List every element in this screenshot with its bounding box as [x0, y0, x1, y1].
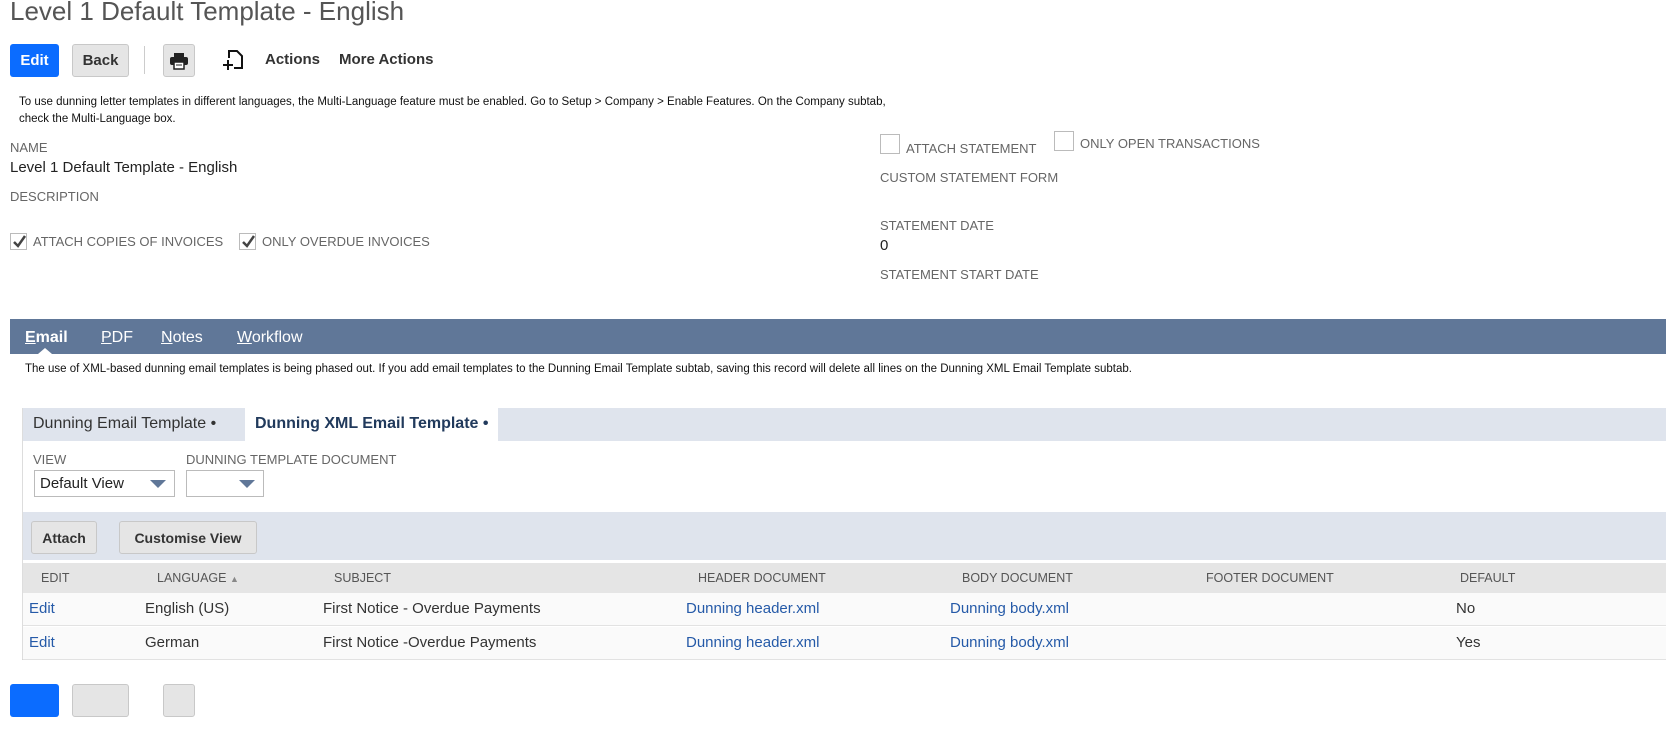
- customise-view-button[interactable]: Customise View: [119, 521, 257, 554]
- table-header: EDIT LANGUAGE ▲ SUBJECT HEADER DOCUMENT …: [23, 563, 1666, 593]
- actions-menu[interactable]: Actions: [265, 51, 320, 68]
- main-tabs: Email PDF Notes Workflow: [10, 319, 1666, 354]
- body-document-link[interactable]: Dunning body.xml: [950, 600, 1069, 617]
- name-label: NAME: [10, 140, 48, 155]
- sort-asc-icon: ▲: [229, 574, 239, 584]
- col-footer-document[interactable]: FOOTER DOCUMENT: [1206, 571, 1334, 585]
- template-document-select[interactable]: [186, 470, 264, 497]
- cell-language: English (US): [145, 600, 230, 617]
- attach-button[interactable]: Attach: [31, 521, 97, 554]
- custom-statement-form-label: CUSTOM STATEMENT FORM: [880, 170, 1059, 185]
- back-button[interactable]: Back: [72, 44, 129, 77]
- col-edit[interactable]: EDIT: [41, 571, 69, 585]
- page-title: Level 1 Default Template - English: [10, 0, 405, 26]
- email-subtab-panel: Dunning Email Template • Dunning XML Ema…: [22, 408, 1666, 660]
- view-select[interactable]: Default View: [34, 470, 175, 497]
- only-open-label: ONLY OPEN TRANSACTIONS: [1080, 136, 1260, 151]
- cell-default: No: [1456, 600, 1476, 617]
- list-button-bar: Attach Customise View: [23, 512, 1666, 560]
- tab-email[interactable]: Email: [25, 329, 68, 347]
- col-language[interactable]: LANGUAGE ▲: [157, 571, 239, 585]
- header-document-link[interactable]: Dunning header.xml: [686, 600, 819, 617]
- description-label: DESCRIPTION: [10, 189, 99, 204]
- attach-statement-checkbox[interactable]: ATTACH STATEMENT: [880, 134, 1037, 156]
- col-header-document[interactable]: HEADER DOCUMENT: [698, 571, 826, 585]
- cell-default: Yes: [1456, 634, 1481, 651]
- body-document-link[interactable]: Dunning body.xml: [950, 634, 1069, 651]
- cell-subject: First Notice -Overdue Payments: [323, 634, 537, 651]
- only-overdue-checkbox[interactable]: ONLY OVERDUE INVOICES: [239, 233, 430, 250]
- row-edit-link[interactable]: Edit: [29, 634, 55, 651]
- col-default[interactable]: DEFAULT: [1460, 571, 1515, 585]
- only-overdue-label: ONLY OVERDUE INVOICES: [262, 234, 430, 249]
- only-open-checkbox[interactable]: ONLY OPEN TRANSACTIONS: [1054, 131, 1260, 151]
- tab-pdf[interactable]: PDF: [101, 329, 133, 347]
- edit-button-bottom[interactable]: [10, 684, 59, 717]
- new-document-button[interactable]: [222, 48, 244, 77]
- col-subject[interactable]: SUBJECT: [334, 571, 391, 585]
- subtab-dunning-email-template[interactable]: Dunning Email Template •: [33, 415, 216, 433]
- new-document-icon: [223, 50, 243, 70]
- subtab-bar: Dunning Email Template • Dunning XML Ema…: [23, 408, 1666, 441]
- multi-language-notice: To use dunning letter templates in diffe…: [19, 96, 886, 125]
- statement-date-label: STATEMENT DATE: [880, 218, 994, 233]
- checkbox-icon: [880, 134, 900, 154]
- view-label: VIEW: [33, 452, 67, 467]
- subtab-dunning-xml-email-template[interactable]: Dunning XML Email Template •: [245, 408, 499, 441]
- name-value: Level 1 Default Template - English: [10, 159, 238, 176]
- active-tab-indicator: [38, 348, 52, 354]
- printer-icon: [170, 52, 188, 70]
- row-edit-link[interactable]: Edit: [29, 600, 55, 617]
- statement-date-value: 0: [880, 237, 889, 254]
- col-body-document[interactable]: BODY DOCUMENT: [962, 571, 1073, 585]
- print-button[interactable]: [163, 44, 195, 77]
- more-actions-menu[interactable]: More Actions: [339, 51, 433, 68]
- dropdown-arrow-icon: [239, 480, 255, 488]
- dropdown-arrow-icon: [150, 480, 166, 488]
- template-document-label: DUNNING TEMPLATE DOCUMENT: [186, 452, 397, 467]
- tab-notes[interactable]: Notes: [161, 329, 203, 347]
- back-button-bottom[interactable]: [72, 684, 129, 717]
- attach-copies-checkbox[interactable]: ATTACH COPIES OF INVOICES: [10, 233, 223, 250]
- checkbox-icon: [1054, 131, 1074, 151]
- cell-language: German: [145, 634, 200, 651]
- table-row: Edit German First Notice -Overdue Paymen…: [23, 627, 1666, 660]
- checkbox-checked-icon: [239, 233, 256, 250]
- toolbar-divider: [144, 46, 145, 74]
- checkbox-checked-icon: [10, 233, 27, 250]
- xml-phaseout-warning: The use of XML-based dunning email templ…: [25, 363, 1132, 375]
- statement-start-date-label: STATEMENT START DATE: [880, 267, 1039, 282]
- attach-copies-label: ATTACH COPIES OF INVOICES: [33, 234, 224, 249]
- edit-button[interactable]: Edit: [10, 44, 59, 77]
- cell-subject: First Notice - Overdue Payments: [323, 600, 541, 617]
- tab-workflow[interactable]: Workflow: [237, 329, 303, 347]
- table-row: Edit English (US) First Notice - Overdue…: [23, 593, 1666, 626]
- attach-statement-label: ATTACH STATEMENT: [906, 141, 1037, 156]
- header-document-link[interactable]: Dunning header.xml: [686, 634, 819, 651]
- print-button-bottom[interactable]: [163, 684, 195, 717]
